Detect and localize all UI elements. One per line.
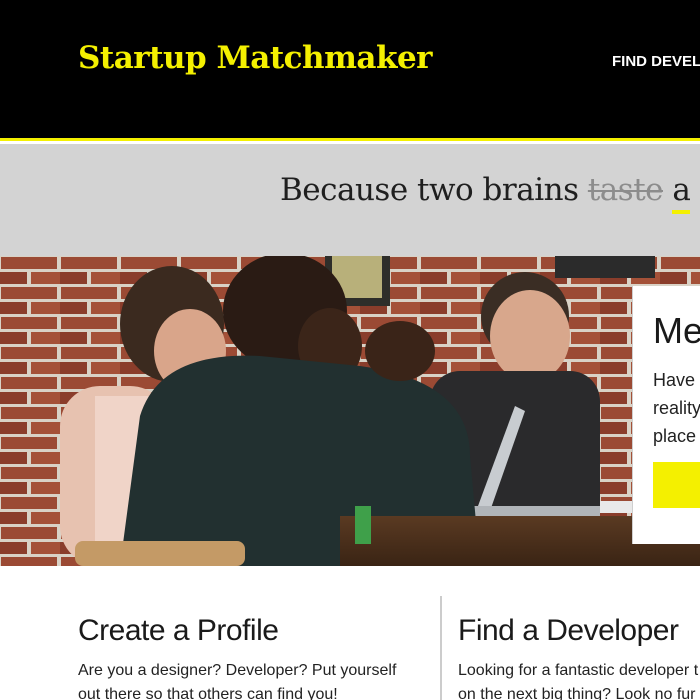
site-header: Startup Matchmaker FIND DEVEL — [0, 0, 700, 141]
hero-callout-title: Me — [653, 310, 700, 351]
hero-callout-text: Have reality place — [653, 366, 700, 450]
feature-columns: Create a Profile Are you a designer? Dev… — [0, 566, 700, 700]
hero-photo-illustration — [0, 256, 700, 566]
feature-description-line: Looking for a fantastic developer t — [458, 662, 699, 679]
hero-callout-line: reality — [653, 398, 700, 418]
tagline-underlined-word: a — [672, 172, 691, 214]
hero-image — [0, 256, 700, 566]
brand-logo[interactable]: Startup Matchmaker — [78, 40, 433, 76]
feature-title: Create a Profile — [78, 614, 279, 647]
hero-callout-button[interactable] — [653, 462, 700, 508]
feature-description-line: on the next big thing? Look no fur — [458, 686, 696, 700]
tagline-struck-word: taste — [587, 172, 664, 208]
feature-description: Looking for a fantastic developer t on t… — [458, 659, 698, 700]
tagline-band: Because two brains taste a — [0, 144, 700, 256]
feature-description: Are you a designer? Developer? Put yours… — [78, 659, 396, 700]
hero-callout-line: Have — [653, 370, 696, 390]
tagline: Because two brains taste a — [280, 172, 691, 214]
tagline-text: Because two brains — [280, 172, 588, 208]
tagline-space — [663, 172, 672, 208]
feature-title: Find a Developer — [458, 614, 679, 647]
hero-callout-card: Me Have reality place — [632, 286, 700, 544]
feature-description-line: out there so that others can find you! — [78, 686, 338, 700]
feature-description-line: Are you a designer? Developer? Put yours… — [78, 662, 397, 679]
hero-callout-line: place — [653, 426, 697, 446]
column-divider — [440, 596, 442, 700]
nav-link-find-developer[interactable]: FIND DEVEL — [612, 53, 700, 70]
